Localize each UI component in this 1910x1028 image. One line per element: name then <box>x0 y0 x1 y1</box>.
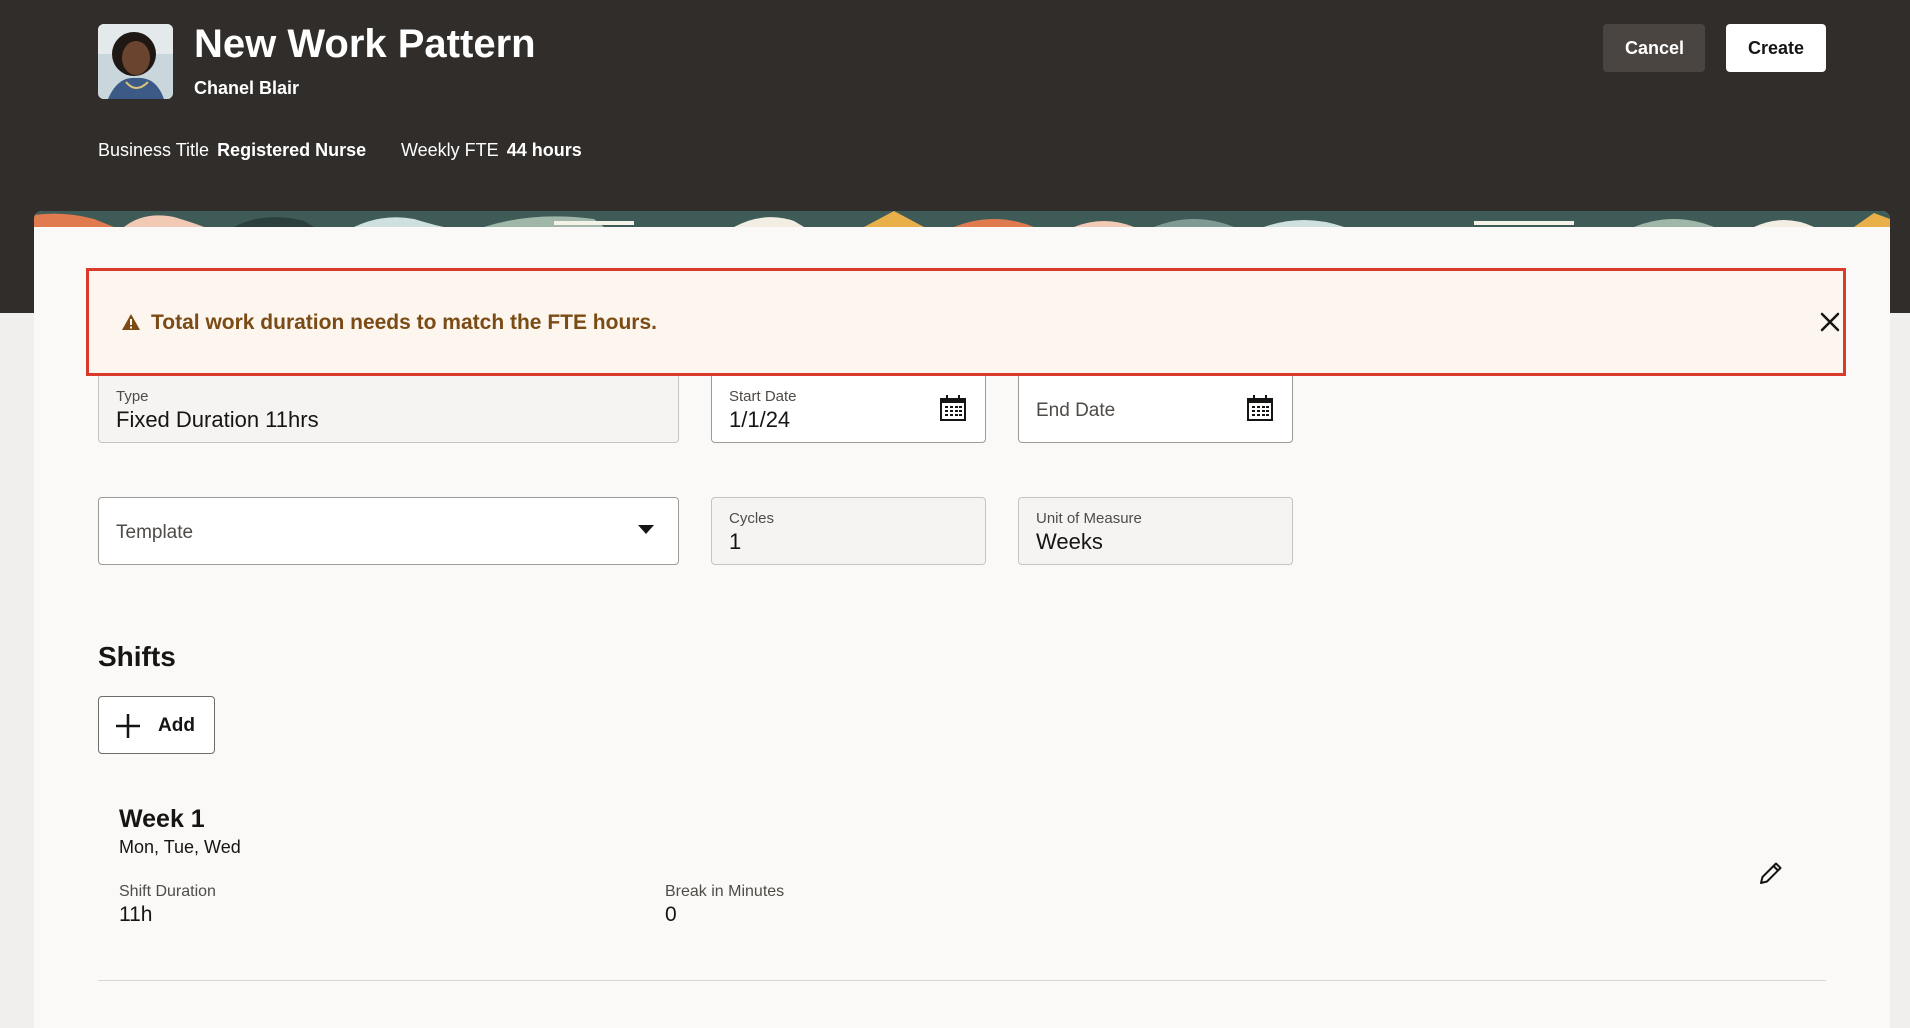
weekly-fte: Weekly FTE 44 hours <box>401 140 582 161</box>
error-alert: Total work duration needs to match the F… <box>86 268 1846 376</box>
end-date-field[interactable]: End Date <box>1018 376 1293 443</box>
business-title: Business Title Registered Nurse <box>98 140 366 161</box>
start-date-field[interactable]: Start Date 1/1/24 <box>711 376 986 443</box>
decorative-banner <box>34 211 1890 227</box>
pencil-icon[interactable] <box>1757 859 1785 887</box>
cycles-value: 1 <box>729 529 742 554</box>
break-minutes-value: 0 <box>665 903 677 926</box>
template-select[interactable]: Template <box>98 497 679 565</box>
template-placeholder: Template <box>116 522 194 543</box>
type-value: Fixed Duration 11hrs <box>116 407 319 432</box>
create-button[interactable]: Create <box>1726 24 1826 72</box>
end-date-placeholder: End Date <box>1036 400 1116 421</box>
business-title-value: Registered Nurse <box>217 140 367 160</box>
chevron-down-icon[interactable] <box>638 525 654 535</box>
shift-duration-label: Shift Duration <box>119 883 216 900</box>
alert-message: Total work duration needs to match the F… <box>151 311 657 334</box>
weekly-fte-label: Weekly FTE <box>401 140 499 160</box>
cycles-label: Cycles <box>729 510 775 527</box>
avatar <box>98 24 173 99</box>
weekly-fte-value: 44 hours <box>506 140 582 160</box>
plus-icon <box>116 714 140 738</box>
type-label: Type <box>116 388 149 405</box>
unit-of-measure-label: Unit of Measure <box>1036 510 1142 527</box>
business-title-label: Business Title <box>98 140 210 160</box>
calendar-icon[interactable] <box>939 394 967 422</box>
person-name: Chanel Blair <box>194 78 300 98</box>
type-field: Type Fixed Duration 11hrs <box>98 376 679 443</box>
shifts-heading: Shifts <box>98 641 176 672</box>
add-shift-label: Add <box>158 715 195 736</box>
start-date-label: Start Date <box>729 388 797 405</box>
content-card: Total work duration needs to match the F… <box>34 211 1890 1028</box>
calendar-icon[interactable] <box>1246 394 1274 422</box>
page-title: New Work Pattern <box>194 22 536 66</box>
close-icon[interactable] <box>1817 309 1843 335</box>
week-days: Mon, Tue, Wed <box>119 837 241 857</box>
week-title: Week 1 <box>119 805 205 833</box>
add-shift-button[interactable]: Add <box>98 696 215 754</box>
cancel-button[interactable]: Cancel <box>1603 24 1705 72</box>
divider <box>98 980 1826 981</box>
cycles-field: Cycles 1 <box>711 497 986 565</box>
unit-of-measure-value: Weeks <box>1036 529 1103 554</box>
start-date-value[interactable]: 1/1/24 <box>729 407 790 433</box>
warning-icon <box>122 314 140 330</box>
unit-of-measure-field: Unit of Measure Weeks <box>1018 497 1293 565</box>
break-minutes-label: Break in Minutes <box>665 883 785 900</box>
shift-duration-value: 11h <box>119 903 153 926</box>
